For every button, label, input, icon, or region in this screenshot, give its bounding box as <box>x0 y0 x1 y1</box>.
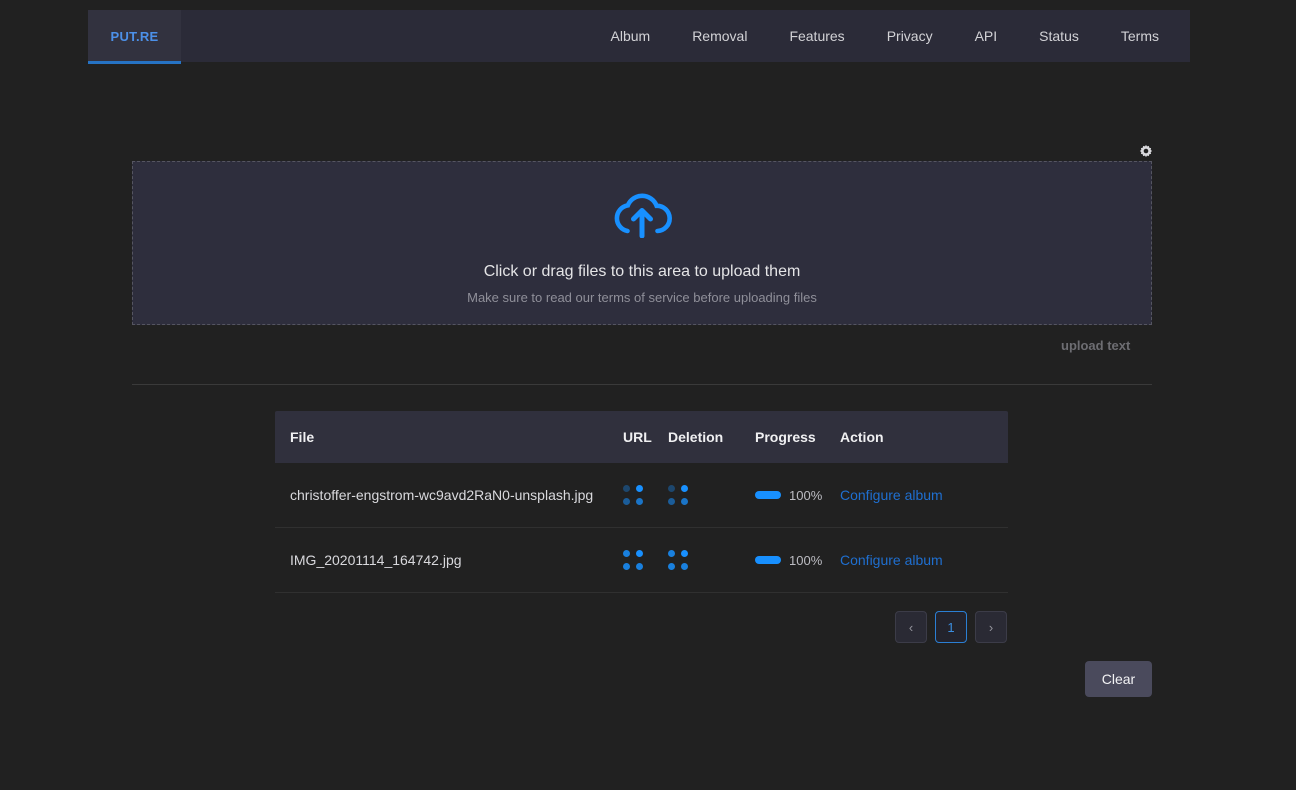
cell-deletion[interactable] <box>668 485 755 505</box>
cell-url[interactable] <box>623 550 668 570</box>
nav-item-terms[interactable]: Terms <box>1100 10 1180 62</box>
dropzone-title: Click or drag files to this area to uplo… <box>483 262 801 280</box>
logo-text: PUT.RE <box>110 28 159 44</box>
progress-bar <box>755 491 781 499</box>
loading-spinner-icon <box>668 550 688 570</box>
column-header-url: URL <box>623 429 652 445</box>
pagination-next-button[interactable]: › <box>975 611 1007 643</box>
nav-item-removal[interactable]: Removal <box>671 10 768 62</box>
clear-button[interactable]: Clear <box>1085 661 1152 697</box>
column-header-deletion: Deletion <box>668 429 724 445</box>
pagination: ‹ 1 › <box>895 611 1007 643</box>
progress-percent: 100% <box>789 552 823 568</box>
nav-item-album[interactable]: Album <box>590 10 672 62</box>
upload-dropzone[interactable]: Click or drag files to this area to uplo… <box>132 161 1152 325</box>
cell-action: Configure album <box>840 552 990 568</box>
cloud-upload-icon <box>611 188 673 243</box>
loading-spinner-icon <box>623 550 643 570</box>
section-divider <box>132 384 1152 385</box>
table-row: christoffer-engstrom-wc9avd2RaN0-unsplas… <box>275 463 1008 528</box>
configure-album-link[interactable]: Configure album <box>840 487 943 503</box>
table-header-row: File URL Deletion Progress Action <box>275 411 1008 463</box>
column-header-progress: Progress <box>755 429 816 445</box>
upload-text-label: upload text <box>1061 338 1131 353</box>
cell-filename: christoffer-engstrom-wc9avd2RaN0-unsplas… <box>290 487 594 503</box>
cell-action: Configure album <box>840 487 990 503</box>
progress-bar <box>755 556 781 564</box>
pagination-page-1[interactable]: 1 <box>935 611 967 643</box>
pagination-prev-button[interactable]: ‹ <box>895 611 927 643</box>
gear-icon[interactable] <box>1138 144 1154 160</box>
loading-spinner-icon <box>668 485 688 505</box>
site-header: PUT.RE Album Removal Features Privacy AP… <box>88 10 1191 64</box>
progress-percent: 100% <box>789 487 823 503</box>
configure-album-link[interactable]: Configure album <box>840 552 943 568</box>
dropzone-hint: Make sure to read our terms of service b… <box>467 289 817 305</box>
cell-progress: 100% <box>755 553 840 568</box>
table-row: IMG_20201114_164742.jpg 100% Configure a… <box>275 528 1008 593</box>
column-header-action: Action <box>840 429 884 445</box>
loading-spinner-icon <box>623 485 643 505</box>
nav-item-features[interactable]: Features <box>768 10 865 62</box>
cell-url[interactable] <box>623 485 668 505</box>
column-header-file: File <box>290 429 315 445</box>
main-nav: Album Removal Features Privacy API Statu… <box>590 10 1191 62</box>
upload-file-table: File URL Deletion Progress Action christ… <box>275 411 1008 593</box>
cell-deletion[interactable] <box>668 550 755 570</box>
logo-tab[interactable]: PUT.RE <box>88 10 181 64</box>
nav-item-api[interactable]: API <box>954 10 1019 62</box>
nav-item-status[interactable]: Status <box>1018 10 1100 62</box>
nav-item-privacy[interactable]: Privacy <box>866 10 954 62</box>
cell-progress: 100% <box>755 488 840 503</box>
cell-filename: IMG_20201114_164742.jpg <box>290 552 462 568</box>
